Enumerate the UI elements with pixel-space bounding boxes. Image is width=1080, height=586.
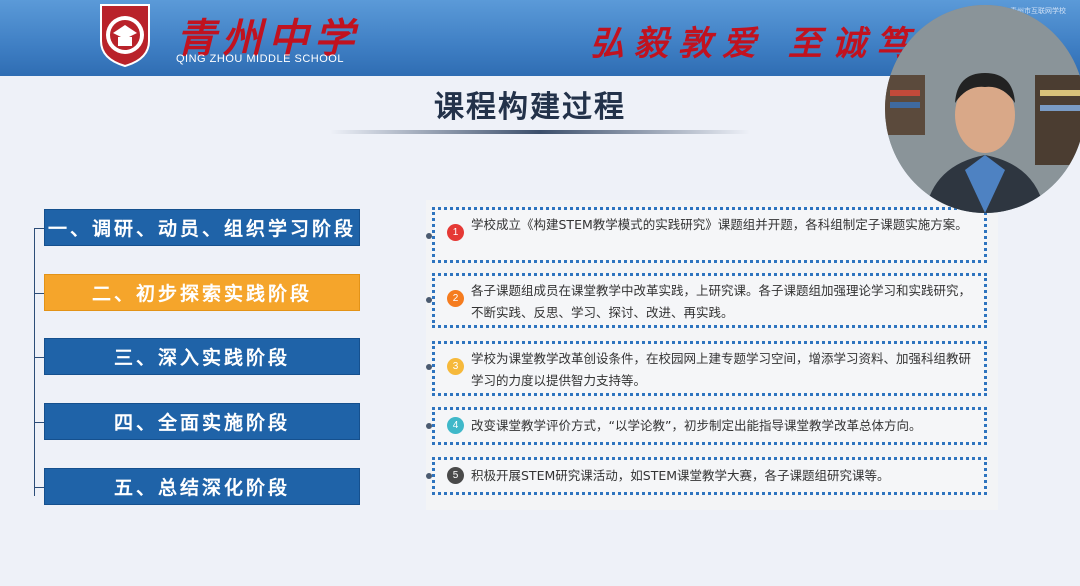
school-logo-icon bbox=[100, 4, 150, 67]
stage-4[interactable]: 四、全面实施阶段 bbox=[44, 403, 360, 440]
number-badge-5: 5 bbox=[447, 467, 464, 484]
school-name-en: QING ZHOU MIDDLE SCHOOL bbox=[176, 53, 344, 65]
stage-3[interactable]: 三、深入实践阶段 bbox=[44, 338, 360, 375]
presenter-icon bbox=[885, 5, 1080, 213]
stage-2[interactable]: 二、初步探索实践阶段 bbox=[44, 274, 360, 311]
list-item: 1 学校成立《构建STEM教学模式的实践研究》课题组并开题，各科组制定子课题实施… bbox=[432, 207, 987, 263]
bracket-tick bbox=[34, 357, 44, 358]
item-text: 积极开展STEM研究课活动，如STEM课堂教学大赛，各子课题组研究课等。 bbox=[471, 468, 890, 483]
list-item: 4 改变课堂教学评价方式，“以学论教”，初步制定出能指导课堂教学改革总体方向。 bbox=[432, 407, 987, 445]
bracket-tick bbox=[34, 228, 44, 229]
item-text: 改变课堂教学评价方式，“以学论教”，初步制定出能指导课堂教学改革总体方向。 bbox=[471, 418, 922, 433]
school-motto: 弘毅敦爱 至诚笃 bbox=[590, 24, 920, 64]
list-item: 2 各子课题组成员在课堂教学中改革实践，上研究课。各子课题组加强理论学习和实践研… bbox=[432, 273, 987, 328]
stage-1[interactable]: 一、调研、动员、组织学习阶段 bbox=[44, 209, 360, 246]
item-text: 学校成立《构建STEM教学模式的实践研究》课题组并开题，各科组制定子课题实施方案… bbox=[471, 217, 968, 232]
number-badge-4: 4 bbox=[447, 417, 464, 434]
list-item: 5 积极开展STEM研究课活动，如STEM课堂教学大赛，各子课题组研究课等。 bbox=[432, 457, 987, 495]
number-badge-1: 1 bbox=[447, 224, 464, 241]
number-badge-3: 3 bbox=[447, 358, 464, 375]
list-item: 3 学校为课堂教学改革创设条件，在校园网上建专题学习空间，增添学习资料、加强科组… bbox=[432, 341, 987, 396]
item-text: 学校为课堂教学改革创设条件，在校园网上建专题学习空间，增添学习资料、加强科组教研… bbox=[471, 351, 972, 388]
number-badge-2: 2 bbox=[447, 290, 464, 307]
bracket-tick bbox=[34, 422, 44, 423]
item-text: 各子课题组成员在课堂教学中改革实践，上研究课。各子课题组加强理论学习和实践研究，… bbox=[471, 283, 972, 320]
title-underline bbox=[330, 130, 750, 134]
stage-5[interactable]: 五、总结深化阶段 bbox=[44, 468, 360, 505]
webcam-video bbox=[885, 5, 1080, 213]
bracket-tick bbox=[34, 293, 44, 294]
bracket-tick bbox=[34, 487, 44, 488]
